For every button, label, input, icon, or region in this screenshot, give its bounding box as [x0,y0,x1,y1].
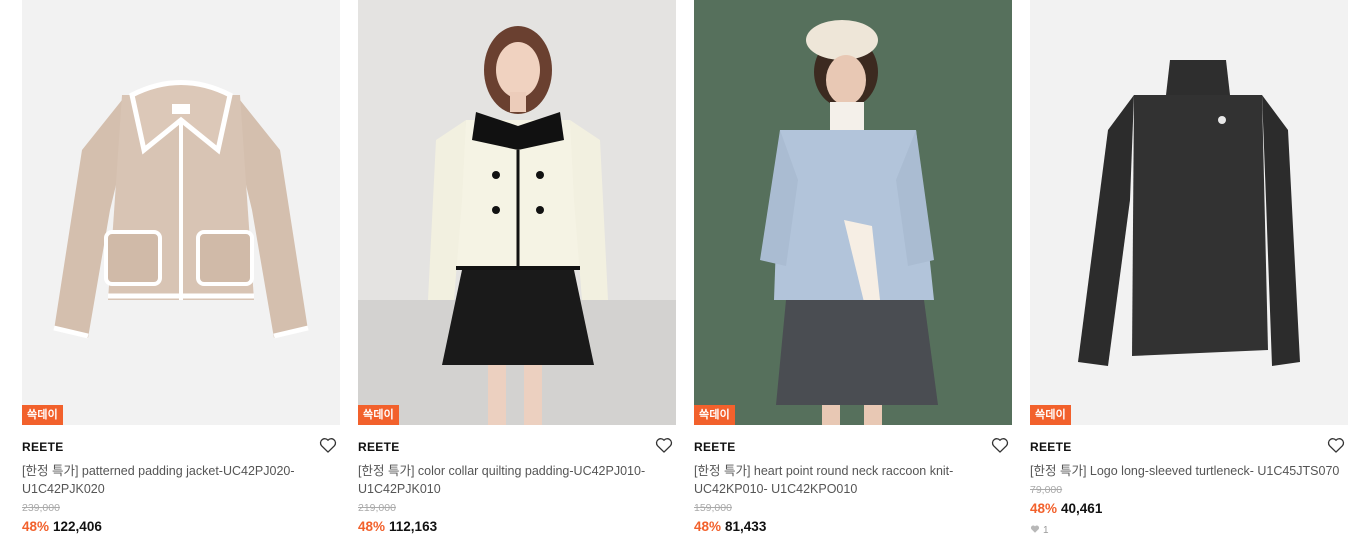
likes-count: 1 [1030,524,1348,537]
price-row: 48% 81,433 [694,518,1012,536]
model-blue-knit-beret-image [694,0,1012,425]
price-row: 48% 122,406 [22,518,340,536]
product-image[interactable]: 쓱데이 [694,0,1012,425]
original-price: 239,000 [22,502,60,514]
sale-price: 112,163 [389,519,438,534]
brand-name[interactable]: REETE [1030,439,1348,455]
event-badge: 쓱데이 [1030,405,1071,425]
discount-rate: 48% [358,519,386,534]
likes-number: 1 [1043,525,1049,536]
brand-name[interactable]: REETE [22,439,340,455]
price-row: 48% 40,461 [1030,500,1348,518]
event-badge: 쓱데이 [22,405,63,425]
product-image[interactable]: 쓱데이 [22,0,340,425]
product-title[interactable]: [한정 특가] patterned padding jacket-UC42PJ0… [22,462,340,498]
product-title[interactable]: [한정 특가] heart point round neck raccoon k… [694,462,1012,498]
product-card[interactable]: 쓱데이 REETE [한정 특가] Logo long-sleeved turt… [1030,0,1348,537]
product-image[interactable]: 쓱데이 [358,0,676,425]
sale-price: 122,406 [53,519,102,534]
product-card[interactable]: 쓱데이 REETE [한정 특가] color collar quilting … [358,0,676,536]
heart-filled-icon [1030,524,1040,537]
beige-corduroy-jacket-image [22,0,340,425]
sale-price: 40,461 [1061,501,1103,516]
heart-outline-icon[interactable] [1326,435,1346,455]
product-info: REETE [한정 특가] patterned padding jacket-U… [22,425,340,536]
original-price: 219,000 [358,502,396,514]
product-info: REETE [한정 특가] Logo long-sleeved turtlene… [1030,425,1348,537]
original-price: 159,000 [694,502,732,514]
product-title[interactable]: [한정 특가] color collar quilting padding-UC… [358,462,676,498]
product-card[interactable]: 쓱데이 REETE [한정 특가] patterned padding jack… [22,0,340,536]
charcoal-turtleneck-image [1030,0,1348,425]
product-title[interactable]: [한정 특가] Logo long-sleeved turtleneck- U1… [1030,462,1348,480]
event-badge: 쓱데이 [694,405,735,425]
product-grid: 쓱데이 REETE [한정 특가] patterned padding jack… [0,0,1354,546]
discount-rate: 48% [694,519,722,534]
brand-name[interactable]: REETE [358,439,676,455]
heart-outline-icon[interactable] [318,435,338,455]
price-row: 48% 112,163 [358,518,676,536]
product-image[interactable]: 쓱데이 [1030,0,1348,425]
heart-outline-icon[interactable] [654,435,674,455]
brand-name[interactable]: REETE [694,439,1012,455]
discount-rate: 48% [1030,501,1058,516]
product-card[interactable]: 쓱데이 REETE [한정 특가] heart point round neck… [694,0,1012,536]
product-info: REETE [한정 특가] color collar quilting padd… [358,425,676,536]
heart-outline-icon[interactable] [990,435,1010,455]
discount-rate: 48% [22,519,50,534]
product-info: REETE [한정 특가] heart point round neck rac… [694,425,1012,536]
event-badge: 쓱데이 [358,405,399,425]
model-cream-quilted-jacket-image [358,0,676,425]
original-price: 79,000 [1030,484,1063,496]
sale-price: 81,433 [725,519,767,534]
